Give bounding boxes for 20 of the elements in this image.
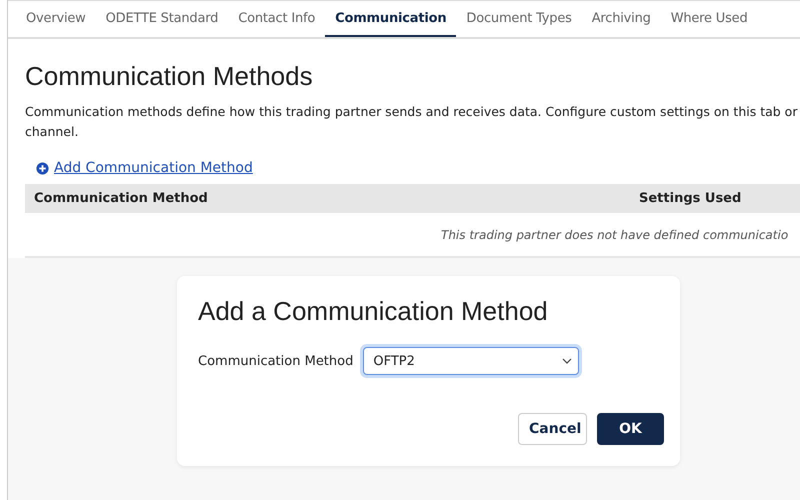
tab[interactable]: Communication	[325, 1, 456, 37]
tab[interactable]: ODETTE Standard	[96, 1, 228, 37]
field-label: Communication Method	[198, 354, 354, 368]
tab[interactable]: Where Used	[660, 1, 758, 37]
tab[interactable]: Contact Info	[228, 1, 326, 37]
empty-message: This trading partner does not have defined communicatio	[441, 228, 788, 242]
column-header: Settings Used	[639, 191, 742, 206]
caret-icon	[562, 358, 572, 364]
tab[interactable]: Document Types	[456, 1, 582, 37]
cancel-button[interactable]: Cancel	[518, 413, 587, 445]
add-communication-link[interactable]: Add Communication Method	[54, 160, 253, 176]
column-header: Communication Method	[33, 191, 209, 206]
page-title: Communication Methods	[25, 61, 314, 92]
dialog-title: Add a Communication Method	[198, 296, 549, 327]
communication-method-select[interactable]: OFTP2	[363, 347, 580, 375]
tab[interactable]: Overview	[16, 1, 96, 37]
tab[interactable]: Archiving	[582, 1, 661, 37]
description: Communication methods define how this trading partner sends and receives data. Configure custom settings on this tab or channel.	[25, 103, 798, 141]
ok-button[interactable]: OK	[597, 413, 664, 445]
add-icon[interactable]	[36, 162, 49, 174]
